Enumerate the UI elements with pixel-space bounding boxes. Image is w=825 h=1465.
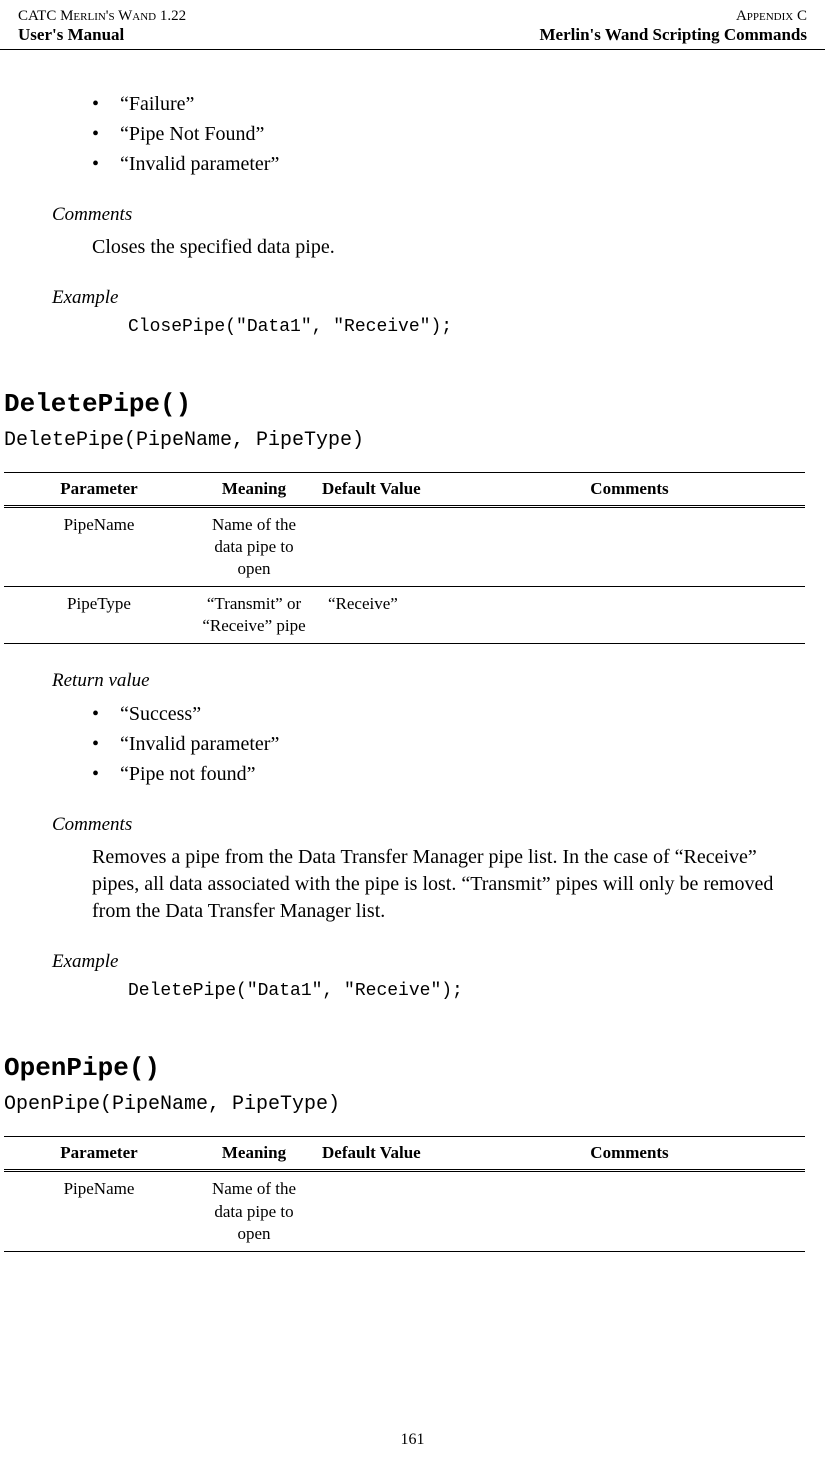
example-code: DeletePipe("Data1", "Receive"); [20, 981, 805, 1001]
list-item: •“Invalid parameter” [92, 730, 805, 758]
list-item: •“Success” [92, 700, 805, 728]
page-header: CATC Merlin's Wand 1.22 User's Manual Ap… [0, 0, 825, 50]
page-content: •“Failure” •“Pipe Not Found” •“Invalid p… [0, 50, 825, 1252]
cell-default: “Receive” [314, 587, 454, 644]
example-label: Example [20, 951, 805, 973]
bullet-text: “Failure” [120, 90, 194, 118]
parameter-table: Parameter Meaning Default Value Comments… [4, 472, 805, 644]
list-item: •“Invalid parameter” [92, 150, 805, 178]
bullet-text: “Success” [120, 700, 201, 728]
table-header: Parameter [4, 473, 194, 507]
table-header: Parameter [4, 1137, 194, 1171]
bullet-icon: • [92, 700, 120, 728]
header-appendix: Appendix C [540, 8, 807, 25]
header-subtitle: Merlin's Wand Scripting Commands [540, 25, 807, 45]
table-header: Comments [454, 1137, 805, 1171]
cell-default [314, 1171, 454, 1251]
header-right: Appendix C Merlin's Wand Scripting Comma… [540, 8, 807, 45]
comments-label: Comments [20, 814, 805, 836]
cell-param: PipeType [4, 587, 194, 644]
example-label: Example [20, 287, 805, 309]
bullet-text: “Invalid parameter” [120, 730, 279, 758]
header-product: CATC Merlin's Wand 1.22 [18, 8, 186, 25]
header-manual: User's Manual [18, 25, 186, 45]
cell-default [314, 507, 454, 587]
bullet-list: •“Failure” •“Pipe Not Found” •“Invalid p… [20, 90, 805, 178]
list-item: •“Pipe not found” [92, 760, 805, 788]
cell-meaning: “Transmit” or “Receive” pipe [194, 587, 314, 644]
table-header: Default Value [314, 473, 454, 507]
cell-meaning: Name of the data pipe to open [194, 507, 314, 587]
bullet-list: •“Success” •“Invalid parameter” •“Pipe n… [20, 700, 805, 788]
parameter-table: Parameter Meaning Default Value Comments… [4, 1136, 805, 1251]
page-number: 161 [0, 1431, 825, 1449]
function-name: DeletePipe() [4, 389, 805, 419]
cell-comments [454, 587, 805, 644]
example-code: ClosePipe("Data1", "Receive"); [20, 317, 805, 337]
table-header-row: Parameter Meaning Default Value Comments [4, 473, 805, 507]
comments-text: Removes a pipe from the Data Transfer Ma… [20, 844, 805, 925]
bullet-text: “Pipe not found” [120, 760, 256, 788]
table-header: Meaning [194, 473, 314, 507]
cell-param: PipeName [4, 507, 194, 587]
bullet-text: “Pipe Not Found” [120, 120, 264, 148]
bullet-icon: • [92, 730, 120, 758]
comments-text: Closes the specified data pipe. [20, 234, 805, 261]
return-value-label: Return value [20, 670, 805, 692]
list-item: •“Pipe Not Found” [92, 120, 805, 148]
header-left: CATC Merlin's Wand 1.22 User's Manual [18, 8, 186, 45]
cell-param: PipeName [4, 1171, 194, 1251]
table-header: Default Value [314, 1137, 454, 1171]
cell-meaning: Name of the data pipe to open [194, 1171, 314, 1251]
bullet-icon: • [92, 150, 120, 178]
bullet-text: “Invalid parameter” [120, 150, 279, 178]
cell-comments [454, 507, 805, 587]
bullet-icon: • [92, 90, 120, 118]
table-header-row: Parameter Meaning Default Value Comments [4, 1137, 805, 1171]
list-item: •“Failure” [92, 90, 805, 118]
table-row: PipeName Name of the data pipe to open [4, 507, 805, 587]
cell-comments [454, 1171, 805, 1251]
function-signature: OpenPipe(PipeName, PipeType) [4, 1093, 805, 1116]
table-row: PipeType “Transmit” or “Receive” pipe “R… [4, 587, 805, 644]
table-row: PipeName Name of the data pipe to open [4, 1171, 805, 1251]
function-signature: DeletePipe(PipeName, PipeType) [4, 429, 805, 452]
function-name: OpenPipe() [4, 1053, 805, 1083]
comments-label: Comments [20, 204, 805, 226]
table-header: Meaning [194, 1137, 314, 1171]
bullet-icon: • [92, 120, 120, 148]
table-header: Comments [454, 473, 805, 507]
bullet-icon: • [92, 760, 120, 788]
